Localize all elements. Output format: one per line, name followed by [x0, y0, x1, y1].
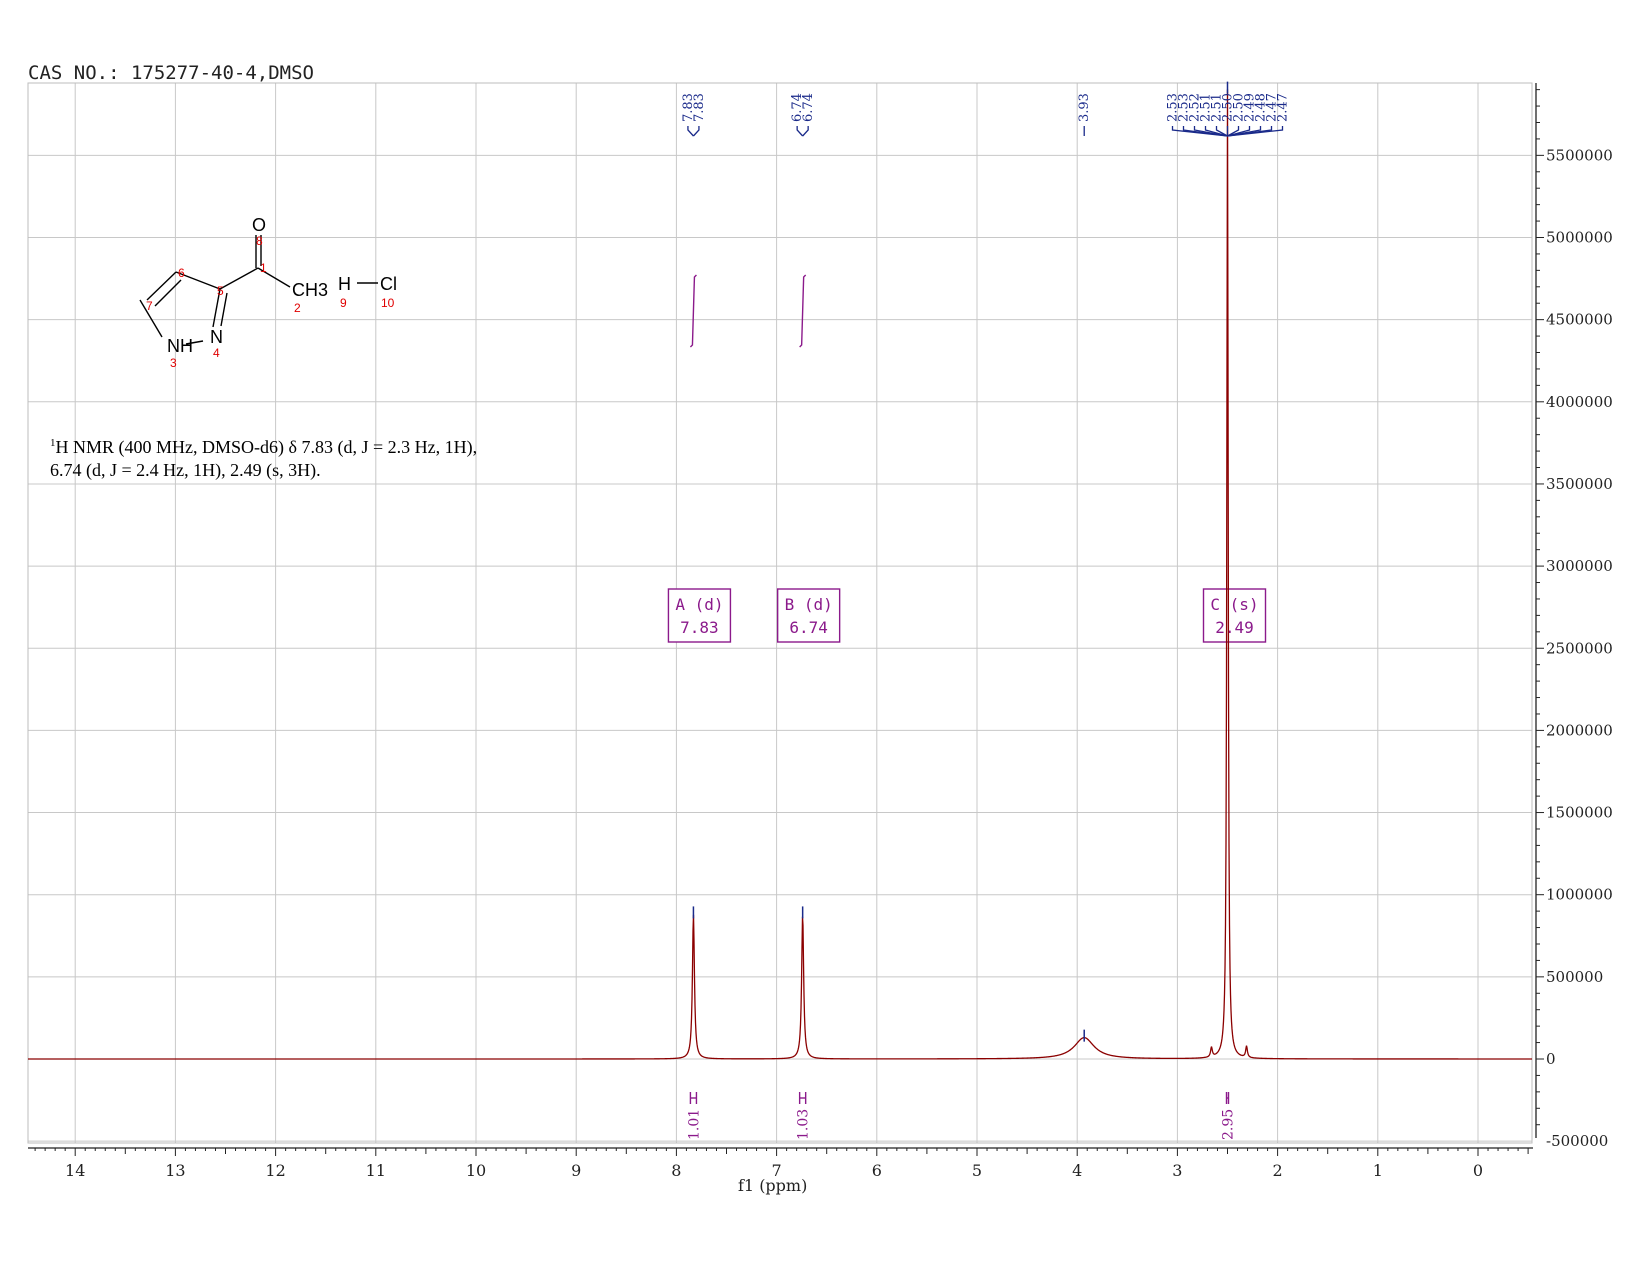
- atom-number: 6: [178, 266, 185, 280]
- integral-labels: 1.01 1.03 2.95: [686, 1092, 1237, 1140]
- multiplet-label: A (d): [675, 595, 723, 614]
- integral-value: 1.03: [796, 1109, 812, 1140]
- x-tick-label: 1: [1373, 1161, 1383, 1180]
- atom-number: 7: [146, 299, 153, 313]
- y-tick-label: 2000000: [1546, 721, 1613, 739]
- x-tick-label: 5: [972, 1161, 982, 1180]
- y-tick-label: 3500000: [1546, 475, 1613, 493]
- peak-shift-label: 6.74: [801, 93, 816, 122]
- nmr-description: 1H NMR (400 MHz, DMSO-d6) δ 7.83 (d, J =…: [50, 432, 477, 482]
- atom-methyl: CH3: [292, 280, 328, 300]
- atom-oxygen: O: [252, 215, 266, 235]
- y-tick-label: -500000: [1546, 1132, 1608, 1150]
- y-tick-label: 0: [1546, 1050, 1556, 1068]
- spectrum-title: CAS NO.: 175277-40-4,DMSO: [28, 62, 314, 84]
- nmr-description-line-2: 6.74 (d, J = 2.4 Hz, 1H), 2.49 (s, 3H).: [50, 460, 321, 480]
- integral-curves: [689, 274, 807, 348]
- atom-chlorine: Cl: [380, 274, 397, 294]
- atom-nh: NH: [167, 336, 193, 356]
- x-tick-label: 9: [571, 1161, 581, 1180]
- peak-shift-label: 2.47: [1276, 93, 1291, 122]
- y-tick-label: 5000000: [1546, 229, 1613, 247]
- y-tick-label: 1500000: [1546, 804, 1613, 822]
- y-axis: -500000 0 500000 1000000 1500000 2000000 25000…: [1535, 83, 1613, 1150]
- x-axis-label: f1 (ppm): [738, 1176, 808, 1195]
- integral-curve: [799, 274, 807, 348]
- peak-connector: [692, 126, 700, 137]
- multiplet-boxes: A (d) 7.83 B (d) 6.74 C (s) 2.49: [667, 588, 1267, 643]
- x-tick-label: 6: [872, 1161, 882, 1180]
- atom-hydrogen: H: [338, 274, 351, 294]
- integral-value: 2.95: [1221, 1109, 1237, 1140]
- y-tick-label: 5500000: [1546, 146, 1613, 164]
- atom-number: 8: [256, 234, 263, 248]
- peak-shift-label: 7.83: [692, 93, 707, 122]
- x-tick-label: 3: [1172, 1161, 1182, 1180]
- x-tick-label: 14: [65, 1161, 85, 1180]
- peak-connector: [687, 126, 694, 137]
- y-tick-label: 4500000: [1546, 311, 1613, 329]
- nmr-spectrum-chart: -500000050000010000001500000200000025000…: [27, 81, 1613, 1180]
- integral-curve: [689, 274, 697, 348]
- peak-shift-label: 3.93: [1077, 93, 1092, 122]
- multiplet-value: 7.83: [680, 618, 719, 637]
- x-tick-label: 8: [671, 1161, 681, 1180]
- x-tick-label: 10: [466, 1161, 486, 1180]
- x-tick-label: 12: [265, 1161, 285, 1180]
- y-tick-label: 500000: [1546, 968, 1603, 986]
- atom-number: 4: [213, 346, 220, 360]
- atom-number: 3: [170, 356, 177, 370]
- atom-number: 5: [217, 284, 224, 298]
- y-tick-label: 4000000: [1546, 393, 1613, 411]
- multiplet-label: C (s): [1210, 595, 1258, 614]
- x-tick-label: 13: [165, 1161, 185, 1180]
- multiplet-label: B (d): [785, 595, 833, 614]
- peak-connector: [796, 126, 804, 137]
- peak-connector: [802, 126, 809, 137]
- molecule-structure: O CH3 H Cl NH N 1 2 3 4 5 6 7 8 9 10: [139, 215, 397, 370]
- atom-number: 9: [340, 296, 347, 310]
- integral-value: 1.01: [686, 1109, 702, 1140]
- x-tick-label: 4: [1072, 1161, 1082, 1180]
- multiplet-value: 6.74: [789, 618, 828, 637]
- y-tick-label: 1000000: [1546, 886, 1613, 904]
- multiplet-value: 2.49: [1215, 618, 1254, 637]
- atom-number: 10: [381, 296, 395, 310]
- peak-labels: 7.837.83 6.746.74 3.93 2.532.532.522.512.51…: [681, 93, 1291, 137]
- x-tick-label: 2: [1273, 1161, 1283, 1180]
- nmr-description-line-1: 1H NMR (400 MHz, DMSO-d6) δ 7.83 (d, J =…: [50, 432, 477, 459]
- x-tick-label: 11: [366, 1161, 386, 1180]
- y-tick-label: 2500000: [1546, 639, 1613, 657]
- atom-n: N: [210, 327, 223, 347]
- x-tick-label: 0: [1473, 1161, 1483, 1180]
- atom-number: 1: [260, 261, 267, 275]
- y-tick-label: 3000000: [1546, 557, 1613, 575]
- atom-number: 2: [294, 301, 301, 315]
- nmr-description-text-1: H NMR (400 MHz, DMSO-d6) δ 7.83 (d, J = …: [55, 437, 478, 457]
